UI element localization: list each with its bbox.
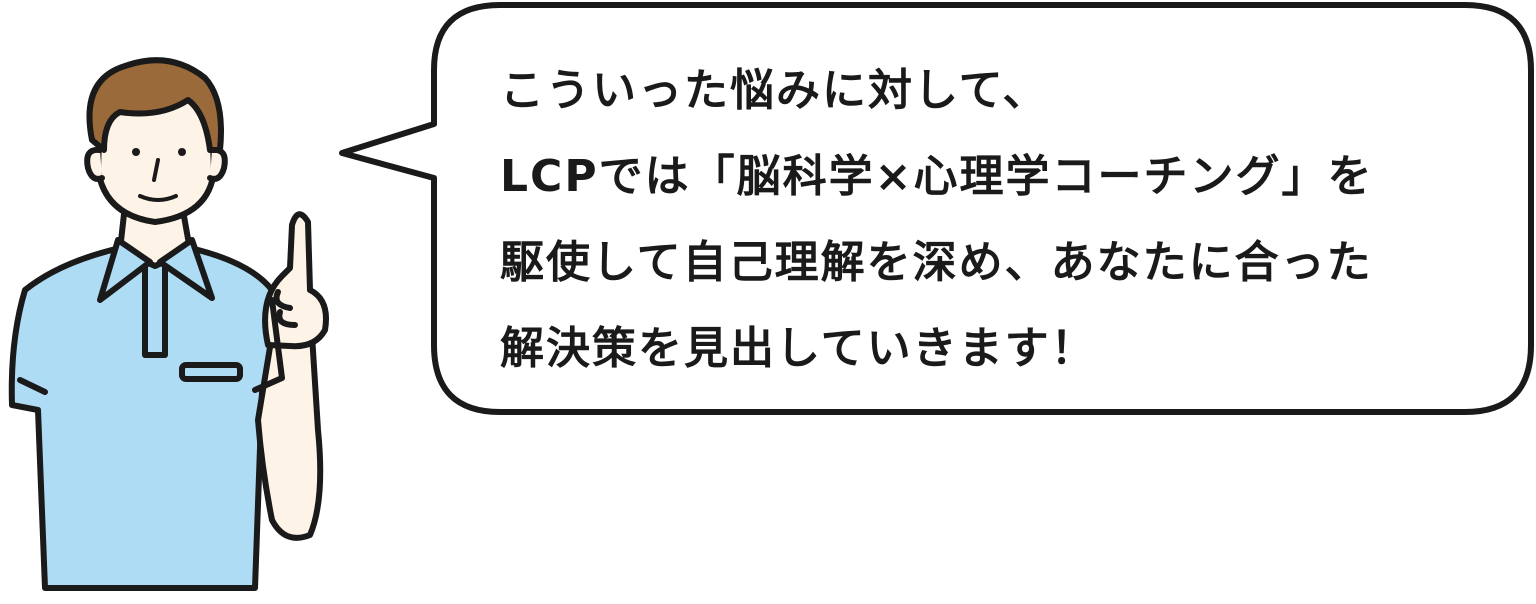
eye-left xyxy=(132,148,140,156)
speech-text: こういった悩みに対して、 LCPでは「脳科学×心理学コーチング」を 駆使して自己… xyxy=(500,48,1510,392)
pocket xyxy=(179,362,243,382)
speech-line-2: LCPでは「脳科学×心理学コーチング」を xyxy=(500,151,1374,202)
speech-line-1: こういった悩みに対して、 xyxy=(500,65,1049,116)
forearm xyxy=(255,332,324,541)
ear-left xyxy=(84,146,105,182)
eye-right xyxy=(178,148,186,156)
ear-right xyxy=(207,146,228,182)
speech-line-4: 解決策を見出していきます！ xyxy=(500,323,1097,374)
speech-line-3: 駆使して自己理解を深め、あなたに合った xyxy=(500,237,1373,288)
man-pointing-up-illustration xyxy=(8,57,329,591)
